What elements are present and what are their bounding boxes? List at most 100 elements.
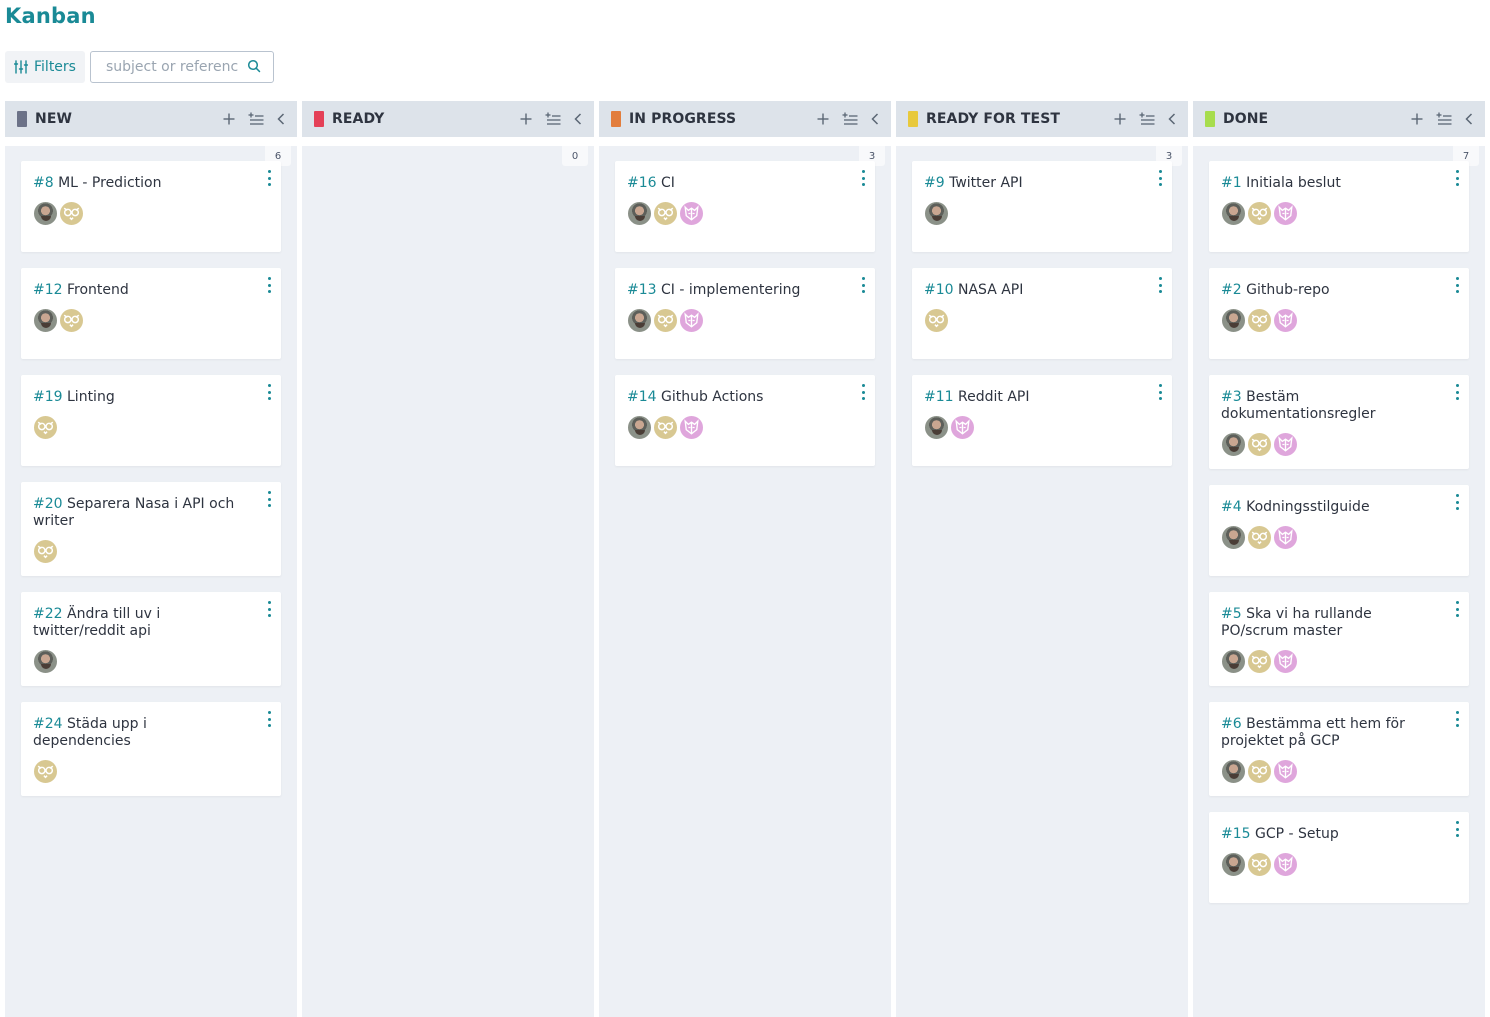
pink-avatar[interactable] [1273,308,1298,333]
card-reference[interactable]: #12 [33,282,63,298]
card-title[interactable]: #19 Linting [33,389,269,406]
card-reference[interactable]: #5 [1221,606,1242,622]
card-title[interactable]: #5 Ska vi ha rullande PO/scrum master [1221,606,1457,640]
vertical-dots-icon[interactable] [1454,711,1460,727]
card-subject[interactable]: Bestämma ett hem för projektet på GCP [1221,716,1405,749]
task-card[interactable]: #15 GCP - Setup [1209,812,1469,903]
card-title[interactable]: #4 Kodningsstilguide [1221,499,1457,516]
card-reference[interactable]: #6 [1221,716,1242,732]
search-icon[interactable] [247,58,261,77]
card-subject[interactable]: GCP - Setup [1255,826,1339,842]
card-title[interactable]: #13 CI - implementering [627,282,863,299]
vertical-dots-icon[interactable] [860,170,866,186]
card-reference[interactable]: #13 [627,282,657,298]
owl-avatar[interactable] [924,308,949,333]
plus-icon[interactable] [1114,113,1126,125]
pink-avatar[interactable] [1273,201,1298,226]
task-card[interactable]: #9 Twitter API [912,161,1172,252]
card-subject[interactable]: Twitter API [949,175,1023,191]
task-card[interactable]: #19 Linting [21,375,281,466]
vertical-dots-icon[interactable] [266,491,272,507]
vertical-dots-icon[interactable] [1454,601,1460,617]
owl-avatar[interactable] [59,308,84,333]
card-title[interactable]: #24 Städa upp i dependencies [33,716,269,750]
owl-avatar[interactable] [1247,525,1272,550]
owl-avatar[interactable] [33,415,58,440]
pink-avatar[interactable] [950,415,975,440]
chevron-left-icon[interactable] [1465,113,1473,125]
card-subject[interactable]: Linting [67,389,115,405]
task-card[interactable]: #5 Ska vi ha rullande PO/scrum master [1209,592,1469,686]
add-list-icon[interactable] [248,112,264,126]
task-card[interactable]: #4 Kodningsstilguide [1209,485,1469,576]
vertical-dots-icon[interactable] [860,384,866,400]
card-reference[interactable]: #2 [1221,282,1242,298]
add-list-icon[interactable] [1436,112,1452,126]
task-card[interactable]: #12 Frontend [21,268,281,359]
owl-avatar[interactable] [1247,852,1272,877]
user-photo-avatar[interactable] [33,308,58,333]
card-reference[interactable]: #10 [924,282,954,298]
card-subject[interactable]: CI - implementering [661,282,800,298]
task-card[interactable]: #14 Github Actions [615,375,875,466]
chevron-left-icon[interactable] [1168,113,1176,125]
card-reference[interactable]: #1 [1221,175,1242,191]
owl-avatar[interactable] [1247,201,1272,226]
user-photo-avatar[interactable] [627,415,652,440]
task-card[interactable]: #2 Github-repo [1209,268,1469,359]
owl-avatar[interactable] [653,308,678,333]
owl-avatar[interactable] [653,415,678,440]
owl-avatar[interactable] [1247,432,1272,457]
vertical-dots-icon[interactable] [1454,277,1460,293]
card-title[interactable]: #6 Bestämma ett hem för projektet på GCP [1221,716,1457,750]
plus-icon[interactable] [223,113,235,125]
card-title[interactable]: #2 Github-repo [1221,282,1457,299]
card-reference[interactable]: #8 [33,175,54,191]
owl-avatar[interactable] [59,201,84,226]
owl-avatar[interactable] [1247,649,1272,674]
task-card[interactable]: #11 Reddit API [912,375,1172,466]
card-subject[interactable]: CI [661,175,675,191]
card-title[interactable]: #1 Initiala beslut [1221,175,1457,192]
card-reference[interactable]: #24 [33,716,63,732]
search-input[interactable] [105,59,238,75]
card-reference[interactable]: #16 [627,175,657,191]
user-photo-avatar[interactable] [1221,432,1246,457]
add-list-icon[interactable] [545,112,561,126]
task-card[interactable]: #10 NASA API [912,268,1172,359]
card-title[interactable]: #20 Separera Nasa i API och writer [33,496,269,530]
card-title[interactable]: #10 NASA API [924,282,1160,299]
vertical-dots-icon[interactable] [1157,170,1163,186]
user-photo-avatar[interactable] [1221,308,1246,333]
pink-avatar[interactable] [679,308,704,333]
card-reference[interactable]: #11 [924,389,954,405]
plus-icon[interactable] [520,113,532,125]
task-card[interactable]: #20 Separera Nasa i API och writer [21,482,281,576]
pink-avatar[interactable] [1273,759,1298,784]
card-reference[interactable]: #4 [1221,499,1242,515]
vertical-dots-icon[interactable] [266,711,272,727]
card-subject[interactable]: Reddit API [958,389,1029,405]
vertical-dots-icon[interactable] [860,277,866,293]
user-photo-avatar[interactable] [627,201,652,226]
task-card[interactable]: #8 ML - Prediction [21,161,281,252]
task-card[interactable]: #22 Ändra till uv i twitter/reddit api [21,592,281,686]
card-subject[interactable]: Initiala beslut [1246,175,1341,191]
card-title[interactable]: #3 Bestäm dokumentationsregler [1221,389,1457,423]
user-photo-avatar[interactable] [1221,759,1246,784]
filters-button[interactable]: Filters [5,51,85,83]
owl-avatar[interactable] [1247,308,1272,333]
task-card[interactable]: #13 CI - implementering [615,268,875,359]
card-reference[interactable]: #22 [33,606,63,622]
vertical-dots-icon[interactable] [266,601,272,617]
task-card[interactable]: #3 Bestäm dokumentationsregler [1209,375,1469,469]
card-title[interactable]: #22 Ändra till uv i twitter/reddit api [33,606,269,640]
vertical-dots-icon[interactable] [1454,494,1460,510]
card-subject[interactable]: ML - Prediction [58,175,161,191]
user-photo-avatar[interactable] [1221,201,1246,226]
chevron-left-icon[interactable] [574,113,582,125]
pink-avatar[interactable] [1273,649,1298,674]
card-title[interactable]: #9 Twitter API [924,175,1160,192]
chevron-left-icon[interactable] [871,113,879,125]
user-photo-avatar[interactable] [924,201,949,226]
